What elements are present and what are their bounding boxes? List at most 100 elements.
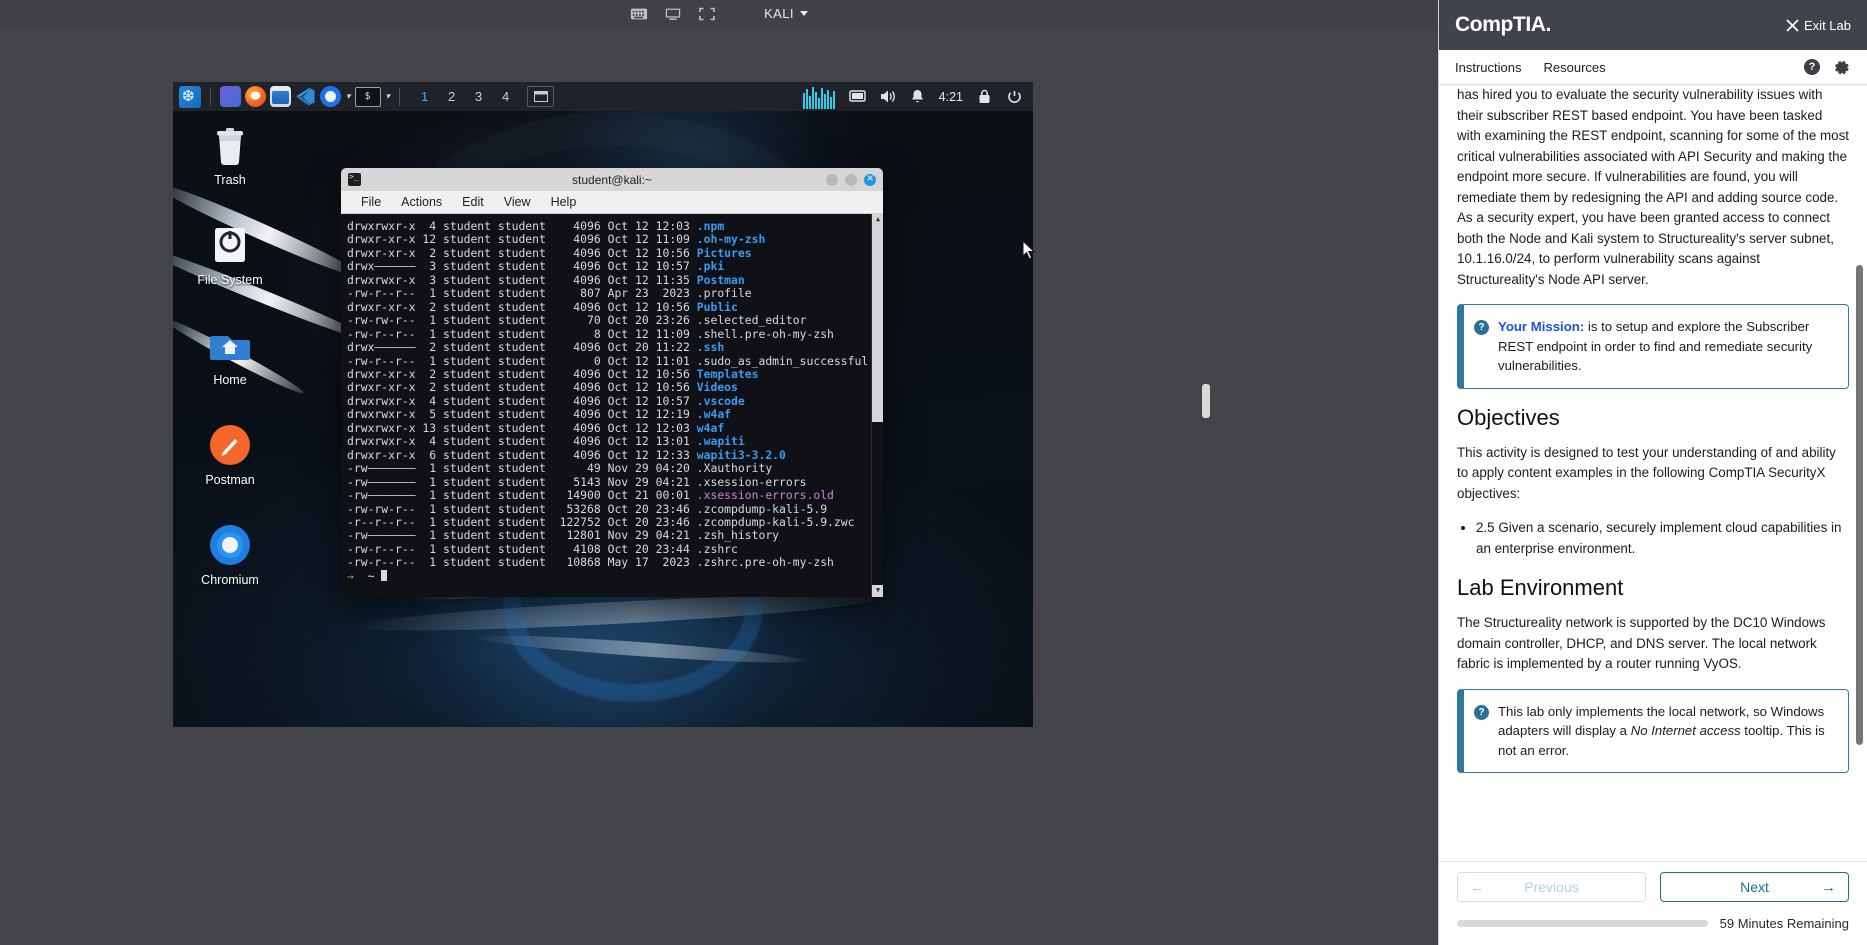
terminal-line: drwxr-xr-x 2 student student 4096 Oct 12… [347, 366, 759, 381]
panel-scroll-thumb[interactable] [1856, 265, 1863, 745]
terminal-line: drwxr-xr-x 2 student student 4096 Oct 12… [347, 380, 738, 395]
lab-environment-heading: Lab Environment [1457, 575, 1624, 600]
menu-view[interactable]: View [494, 195, 541, 209]
vm-name-dropdown[interactable]: KALI [764, 6, 808, 21]
terminal-filename: Postman [696, 272, 745, 287]
desktop-icon-chromium[interactable]: Chromium [176, 522, 284, 587]
terminal-line: drwxr-xr-x 2 student student 4096 Oct 12… [347, 245, 752, 260]
terminal-filename: Videos [696, 380, 738, 395]
help-icon[interactable]: ? [1804, 59, 1820, 75]
scroll-up-arrow[interactable]: ▲ [872, 214, 883, 226]
progress-row: 59 Minutes Remaining [1457, 916, 1849, 931]
lab-header: CompTIA. Exit Lab [1439, 0, 1867, 50]
notification-icon[interactable] [909, 88, 926, 105]
terminal-line: -rw-rw-r-- 1 student student 53268 Oct 2… [347, 501, 828, 516]
workspace-2[interactable]: 2 [438, 83, 465, 110]
power-icon[interactable] [1006, 88, 1023, 105]
terminal-filename: .wapiti [696, 434, 745, 449]
terminal-filename: Public [696, 299, 738, 314]
terminal-line: -rw-r--r-- 1 student student 0 Oct 12 11… [347, 353, 869, 368]
tab-instructions[interactable]: Instructions [1455, 60, 1521, 75]
desktop-icon-home[interactable]: Home [176, 322, 284, 387]
menu-help[interactable]: Help [541, 195, 587, 209]
terminal-filename: Pictures [696, 245, 752, 260]
panel-resize-handle[interactable] [1202, 384, 1210, 418]
exit-lab-label: Exit Lab [1804, 17, 1851, 33]
terminal-app-icon[interactable] [220, 86, 241, 107]
lock-icon[interactable] [976, 88, 993, 105]
terminal-output[interactable]: drwxrwxr-x 4 student student 4096 Oct 12… [341, 214, 883, 597]
menu-edit[interactable]: Edit [452, 195, 494, 209]
clock[interactable]: 4:21 [939, 90, 963, 104]
firefox-icon[interactable] [245, 86, 266, 107]
panel-scrollbar[interactable] [1856, 85, 1863, 861]
scroll-down-arrow[interactable]: ▼ [872, 585, 883, 597]
chevron-down-icon [799, 11, 808, 16]
display-icon[interactable] [848, 88, 866, 105]
workspace-switcher: 1 2 3 4 [411, 83, 519, 110]
desktop-icon-label: Postman [205, 473, 255, 487]
file-manager-icon[interactable] [270, 86, 291, 107]
vm-name-label: KALI [764, 6, 794, 21]
mouse-cursor [1022, 240, 1036, 260]
menu-file[interactable]: File [351, 195, 391, 209]
terminal-line: -rw-r--r-- 1 student student 807 Apr 23 … [347, 286, 752, 301]
workspace-1[interactable]: 1 [411, 83, 438, 110]
desktop-icon-label: Chromium [201, 573, 259, 587]
workspace-3[interactable]: 3 [465, 83, 492, 110]
terminal-line-list: drwxrwxr-x 4 student student 4096 Oct 12… [347, 219, 883, 570]
terminal-scrollbar[interactable]: ▲ ▼ [871, 214, 883, 597]
vm-toolbar: KALI [0, 0, 1438, 27]
lab-note-italic: No Internet access [1630, 723, 1741, 738]
kali-menu-icon[interactable] [179, 85, 201, 108]
workspace-4[interactable]: 4 [492, 83, 519, 110]
next-button[interactable]: Next → [1660, 872, 1849, 902]
arrow-left-icon: ← [1470, 878, 1485, 896]
previous-button[interactable]: ← Previous [1457, 872, 1646, 902]
prompt-arrow: → [347, 568, 354, 583]
terminal-titlebar[interactable]: student@kali:~ [341, 168, 883, 191]
volume-icon[interactable] [879, 88, 896, 105]
terminal-line: drwxr-xr-x 6 student student 4096 Oct 12… [347, 447, 786, 462]
terminal-line: drwxrwxr-x 4 student student 4096 Oct 12… [347, 434, 745, 449]
terminal-line: drwxr-xr-x 12 student student 4096 Oct 1… [347, 232, 766, 247]
lab-instructions-panel: CompTIA. Exit Lab Instructions Resources… [1438, 0, 1867, 945]
chevron-down-icon-2[interactable]: ▾ [386, 91, 391, 102]
cpu-graph-icon[interactable] [801, 84, 836, 109]
exit-lab-button[interactable]: Exit Lab [1786, 18, 1851, 33]
objective-item: 2.5 Given a scenario, securely implement… [1476, 518, 1849, 559]
terminal-menubar: File Actions Edit View Help [341, 191, 883, 214]
terminal-launcher-icon[interactable]: $ [354, 86, 381, 107]
terminal-filename: .sudo_as_admin_successful [696, 353, 869, 368]
terminal-window[interactable]: student@kali:~ File Actions Edit View He… [341, 168, 883, 597]
separator [210, 87, 211, 106]
terminal-line: -rw——————— 1 student student 14900 Oct 2… [347, 488, 834, 503]
minimize-button[interactable] [826, 173, 838, 186]
vscode-icon[interactable] [295, 86, 316, 107]
maximize-button[interactable] [845, 173, 857, 186]
chromium-taskbar-icon[interactable] [320, 86, 341, 107]
vm-viewport: KALI Trash File System Home Postman Chro… [0, 0, 1438, 945]
window-list-button[interactable] [527, 86, 555, 107]
terminal-filename: .selected_editor [696, 313, 807, 328]
menu-actions[interactable]: Actions [391, 195, 452, 209]
mission-label: Your Mission: [1498, 319, 1585, 334]
terminal-line: drwxrwxr-x 4 student student 4096 Oct 12… [347, 393, 745, 408]
tab-resources[interactable]: Resources [1543, 60, 1605, 75]
chevron-down-icon[interactable]: ▾ [346, 91, 351, 102]
terminal-filename: .xsession-errors [696, 474, 807, 489]
keyboard-icon[interactable] [630, 6, 648, 22]
terminal-filename: .profile [696, 286, 752, 301]
terminal-filename: w4af [696, 420, 725, 435]
terminal-filename: .pki [696, 259, 725, 274]
terminal-line: drwxrwxr-x 13 student student 4096 Oct 1… [347, 420, 725, 435]
scroll-thumb[interactable] [872, 226, 883, 422]
desktop-icon-trash[interactable]: Trash [176, 122, 284, 187]
monitor-icon[interactable] [664, 6, 682, 22]
settings-gear-icon[interactable] [1834, 59, 1851, 76]
instructions-content[interactable]: has hired you to evaluate the security v… [1439, 85, 1867, 861]
close-button[interactable] [864, 171, 876, 186]
fullscreen-icon[interactable] [698, 6, 716, 22]
desktop-icon-file-system[interactable]: File System [176, 222, 284, 287]
desktop-icon-postman[interactable]: Postman [176, 422, 284, 487]
